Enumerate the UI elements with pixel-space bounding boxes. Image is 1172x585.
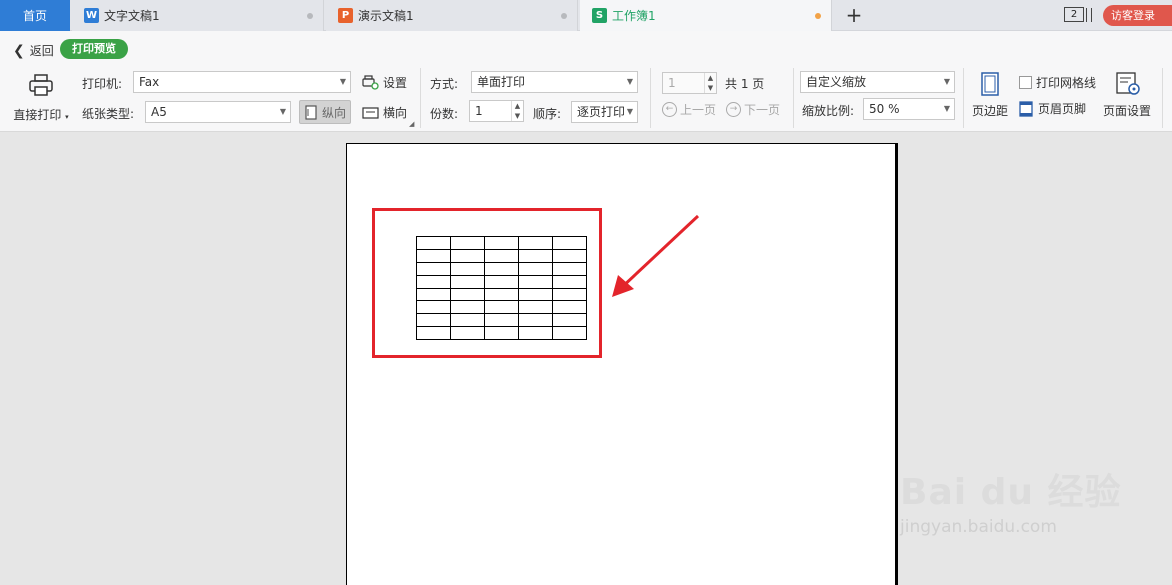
annotation-arrow-icon: [612, 214, 700, 297]
portrait-button[interactable]: 纵向: [299, 100, 351, 124]
printer-settings-button[interactable]: 设置: [362, 74, 407, 91]
page-number-stepper[interactable]: 1 ▲ ▼: [662, 72, 717, 94]
print-preview-toolbar: ❮ 返回 打印预览 直接打印 ▾ 打印机: Fax ▼ 设置 纸张类型: A5 …: [0, 31, 1172, 132]
prev-page-button[interactable]: ← 上一页: [662, 101, 716, 118]
paper-type-label: 纸张类型:: [82, 107, 135, 121]
header-footer-label: 页眉页脚: [1038, 102, 1087, 116]
spreadsheet-app-icon: S: [592, 8, 607, 23]
back-button[interactable]: ❮ 返回: [13, 42, 54, 59]
page-setup-icon: [1116, 72, 1140, 95]
paper-type-value: A5: [151, 105, 167, 119]
printer-label: 打印机:: [82, 77, 123, 91]
new-tab-button[interactable]: +: [842, 3, 866, 27]
print-order-value: 逐页打印: [577, 105, 626, 119]
stepper-arrows-icon[interactable]: ▲ ▼: [511, 101, 523, 121]
page-margins-button[interactable]: 页边距: [970, 72, 1010, 119]
page-setup-button[interactable]: 页面设置: [1101, 72, 1153, 119]
print-method-value: 单面打印: [477, 75, 526, 89]
tab-label: 演示文稿1: [358, 9, 414, 23]
next-page-label: 下一页: [744, 103, 781, 117]
tab-status-dot: [561, 13, 567, 19]
zoom-ratio-select[interactable]: 50 % ▼: [863, 98, 955, 120]
zoom-mode-value: 自定义缩放: [806, 75, 867, 89]
tab-writer-doc[interactable]: W 文字文稿1: [72, 0, 324, 31]
tab-workbook[interactable]: S 工作簿1: [580, 0, 832, 31]
print-preview-canvas[interactable]: Bai du 经验 jingyan.baidu.com: [0, 133, 1172, 585]
toolbar-divider: [420, 68, 421, 128]
window-switch-icon[interactable]: [1086, 8, 1092, 22]
arrow-right-circle-icon: →: [726, 102, 741, 117]
writer-app-icon: W: [84, 8, 99, 23]
header-footer-icon: [1019, 100, 1033, 117]
tab-label: 工作簿1: [612, 9, 656, 23]
toolbar-divider: [1162, 68, 1163, 128]
print-method-label: 方式:: [430, 77, 459, 91]
login-button[interactable]: 访客登录: [1103, 5, 1172, 26]
chevron-down-icon: ▼: [943, 77, 950, 86]
chevron-down-icon: ▼: [339, 77, 346, 86]
toolbar-divider: [963, 68, 964, 128]
chevron-left-icon: ❮: [13, 42, 25, 59]
print-gridlines-label: 打印网格线: [1036, 76, 1097, 90]
direct-print-label: 直接打印 ▾: [13, 108, 69, 122]
settings-label: 设置: [383, 76, 408, 90]
baidu-watermark: Bai du 经验 jingyan.baidu.com: [900, 463, 1122, 537]
tab-status-dot: [307, 13, 313, 19]
tab-unsaved-dot: [815, 13, 821, 19]
print-order-label: 顺序:: [533, 107, 562, 121]
copies-value: 1: [475, 104, 483, 118]
chevron-down-icon: ▼: [626, 107, 633, 116]
highlight-box: [372, 208, 602, 358]
printer-value: Fax: [139, 75, 160, 89]
expand-settings-icon[interactable]: ◢: [409, 120, 414, 128]
page-number-value: 1: [668, 76, 676, 90]
toolbar-divider: [650, 68, 651, 128]
tab-bar: 首页 W 文字文稿1 P 演示文稿1 S 工作簿1 + 2 访客登录: [0, 0, 1172, 31]
header-footer-button[interactable]: 页眉页脚: [1019, 100, 1086, 117]
checkbox-unchecked-icon: [1019, 76, 1032, 89]
next-page-button[interactable]: → 下一页: [726, 101, 780, 118]
chevron-down-icon: ▼: [279, 107, 286, 116]
presentation-app-icon: P: [338, 8, 353, 23]
printer-settings-icon: [362, 75, 379, 90]
print-gridlines-checkbox[interactable]: 打印网格线: [1019, 74, 1096, 91]
page-setup-label: 页面设置: [1102, 104, 1151, 118]
zoom-ratio-label: 缩放比例:: [802, 104, 855, 118]
print-preview-badge: 打印预览: [60, 39, 128, 59]
tab-presentation-doc[interactable]: P 演示文稿1: [326, 0, 578, 31]
zoom-mode-select[interactable]: 自定义缩放 ▼: [800, 71, 955, 93]
landscape-label: 横向: [383, 106, 408, 120]
zoom-ratio-value: 50 %: [869, 102, 900, 116]
total-pages-label: 共 1 页: [725, 77, 765, 91]
landscape-button[interactable]: 横向: [362, 104, 407, 121]
printer-select[interactable]: Fax ▼: [133, 71, 351, 93]
watermark-brand: Bai du 经验: [900, 472, 1122, 513]
tab-home[interactable]: 首页: [0, 0, 70, 31]
portrait-label: 纵向: [322, 105, 347, 120]
portrait-page-icon: [305, 104, 317, 120]
direct-print-button[interactable]: 直接打印 ▾: [12, 73, 70, 123]
print-method-select[interactable]: 单面打印 ▼: [471, 71, 638, 93]
prev-page-label: 上一页: [680, 103, 717, 117]
back-label: 返回: [29, 44, 54, 58]
chevron-down-icon: ▼: [626, 77, 633, 86]
arrow-left-circle-icon: ←: [662, 102, 677, 117]
page-margins-label: 页边距: [971, 104, 1008, 118]
copies-stepper[interactable]: 1 ▲ ▼: [469, 100, 524, 122]
printer-icon: [29, 74, 53, 96]
toolbar-divider: [793, 68, 794, 128]
watermark-url: jingyan.baidu.com: [900, 517, 1057, 537]
window-count-badge[interactable]: 2: [1064, 7, 1084, 22]
landscape-page-icon: [362, 106, 379, 119]
copies-label: 份数:: [430, 107, 459, 121]
chevron-down-icon: ▼: [943, 104, 950, 113]
stepper-arrows-icon[interactable]: ▲ ▼: [704, 73, 716, 93]
paper-type-select[interactable]: A5 ▼: [145, 101, 291, 123]
page-margins-icon: [981, 72, 999, 96]
print-order-select[interactable]: 逐页打印 ▼: [571, 101, 638, 123]
tab-label: 文字文稿1: [104, 9, 160, 23]
